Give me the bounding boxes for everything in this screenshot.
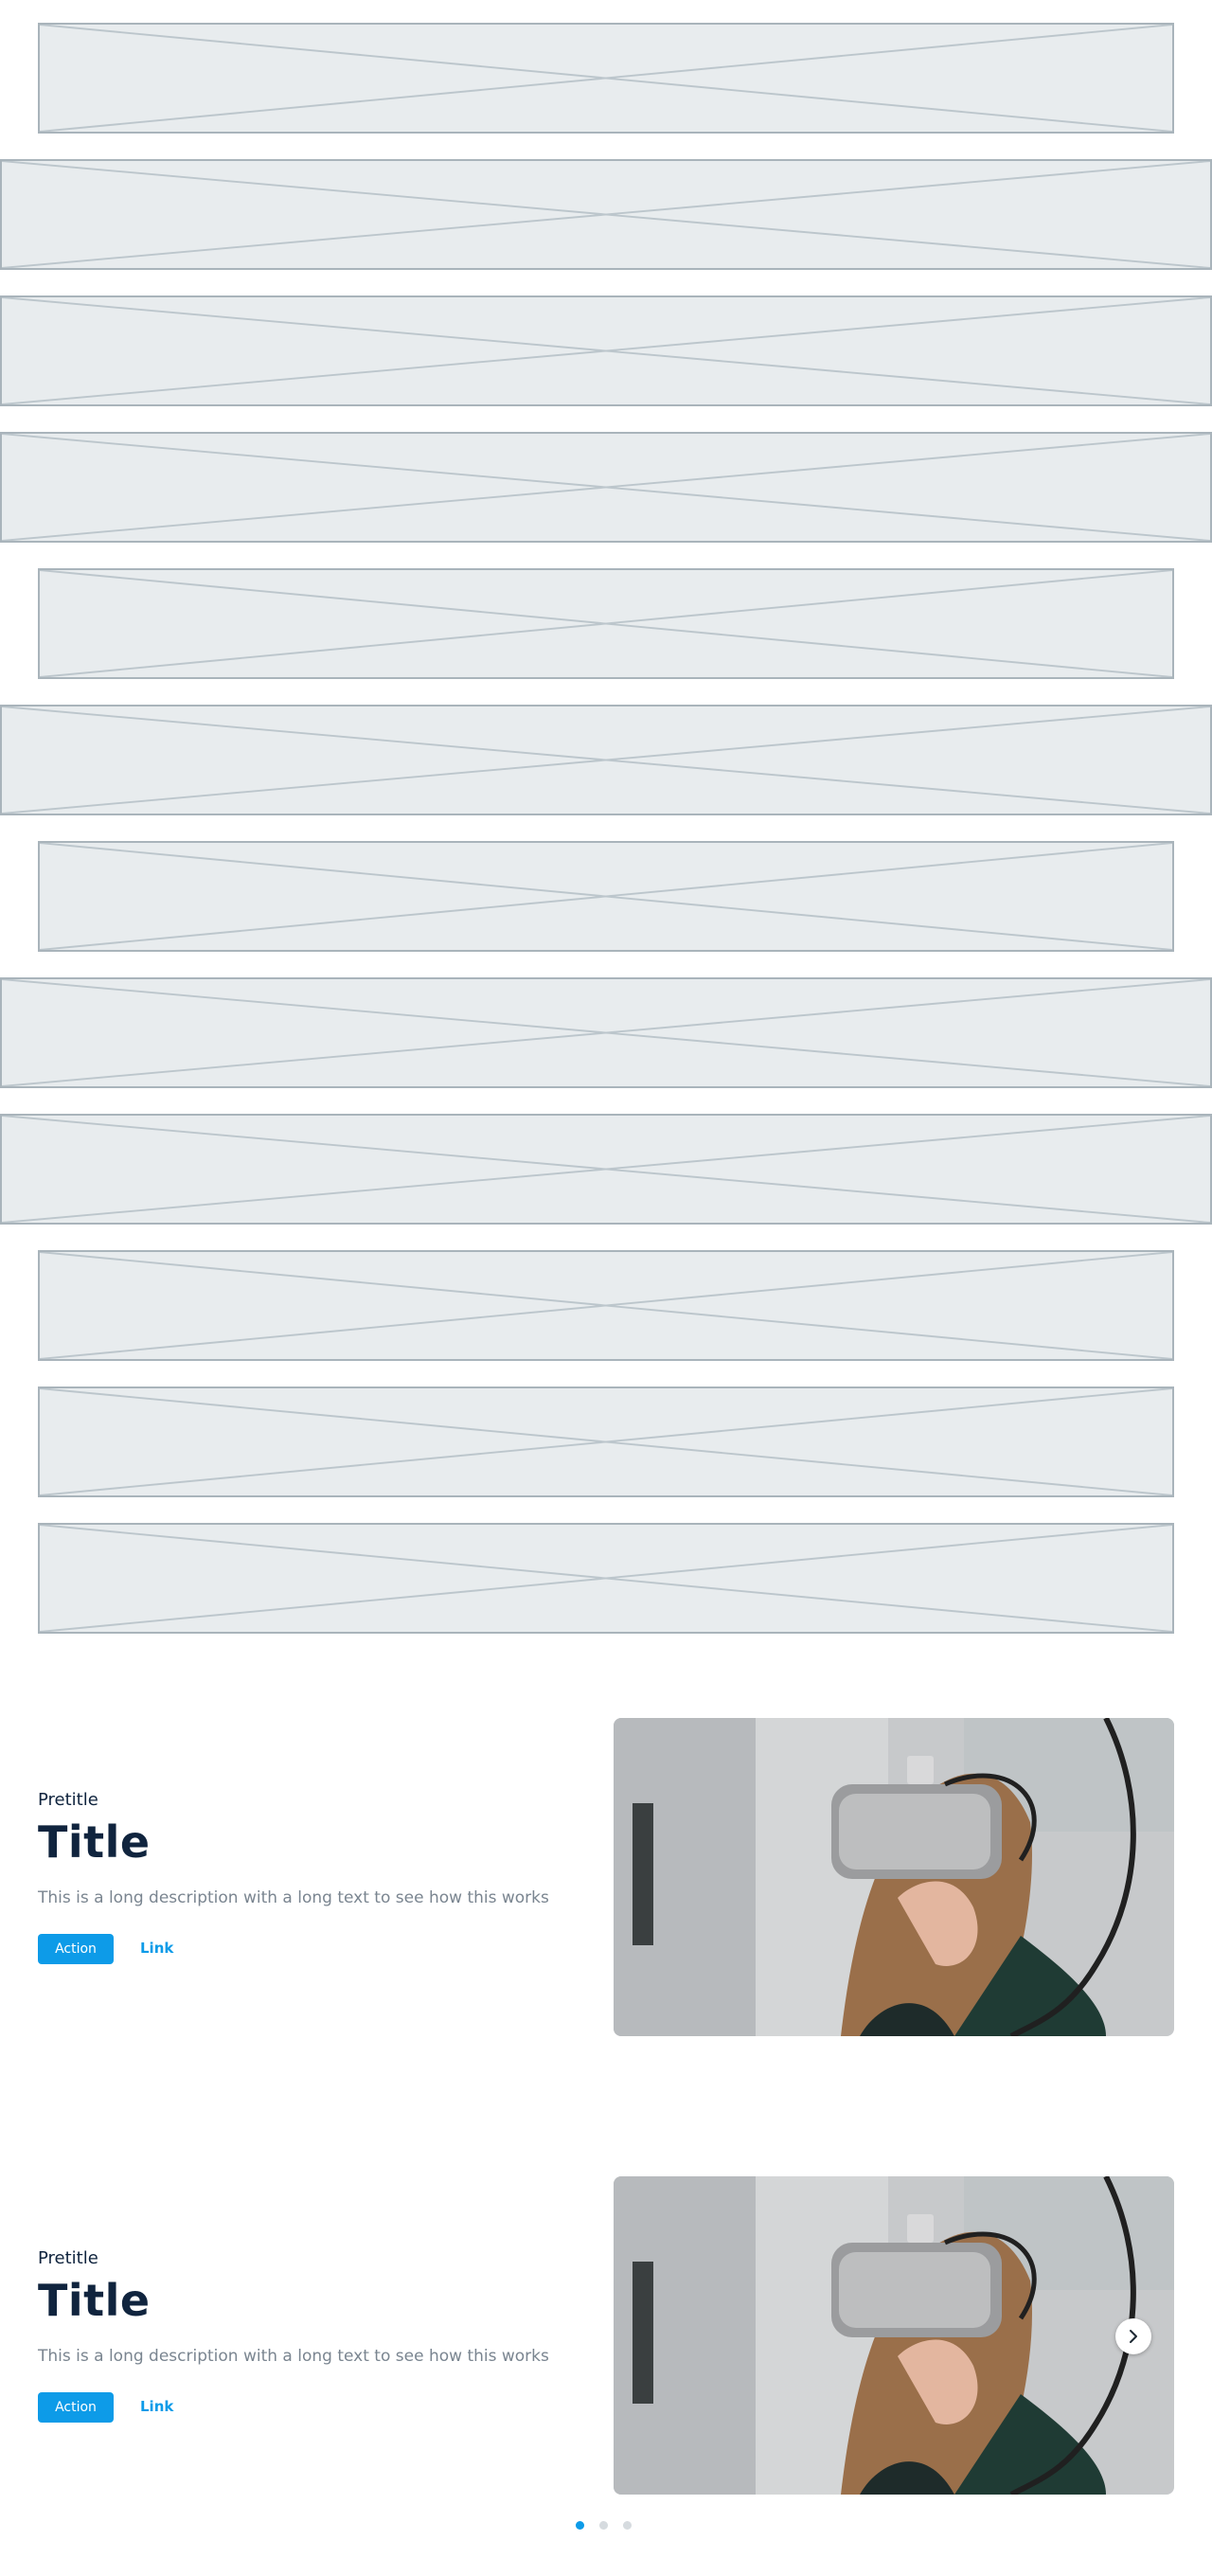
carousel-next-button[interactable] — [1115, 2318, 1151, 2354]
hero-image — [614, 1718, 1174, 2036]
image-placeholder — [38, 841, 1174, 952]
image-placeholder — [0, 1114, 1212, 1225]
image-placeholder — [38, 23, 1174, 134]
hero-text: Pretitle Title This is a long descriptio… — [38, 2176, 568, 2495]
hero-title: Title — [38, 2275, 151, 2326]
hero-title: Title — [38, 1816, 151, 1868]
carousel-dot-3[interactable] — [623, 2521, 632, 2530]
hero-description: This is a long description with a long t… — [38, 2347, 549, 2366]
hero-text: Pretitle Title This is a long descriptio… — [38, 1718, 568, 2036]
image-placeholder — [38, 568, 1174, 679]
image-placeholder — [38, 1250, 1174, 1361]
image-placeholder — [0, 432, 1212, 543]
carousel-dot-2[interactable] — [599, 2521, 608, 2530]
image-placeholder — [0, 295, 1212, 406]
hero-description: This is a long description with a long t… — [38, 1888, 549, 1907]
carousel-pagination — [576, 2521, 632, 2530]
hero-pretitle: Pretitle — [38, 1790, 98, 1810]
hero-section: Pretitle Title This is a long descriptio… — [38, 1718, 1174, 2036]
image-placeholder — [0, 977, 1212, 1088]
action-button[interactable]: Action — [38, 2392, 114, 2423]
image-placeholder — [0, 705, 1212, 815]
image-placeholder — [38, 1523, 1174, 1634]
action-button[interactable]: Action — [38, 1934, 114, 1964]
carousel-dot-1[interactable] — [576, 2521, 584, 2530]
hero-link[interactable]: Link — [140, 1940, 173, 1957]
hero-link[interactable]: Link — [140, 2398, 173, 2415]
carousel-slide: Pretitle Title This is a long descriptio… — [38, 2176, 1174, 2495]
hero-image — [614, 2176, 1174, 2495]
image-placeholder — [38, 1386, 1174, 1497]
chevron-right-icon — [1130, 2330, 1137, 2343]
image-placeholder — [0, 159, 1212, 270]
hero-pretitle: Pretitle — [38, 2248, 98, 2268]
